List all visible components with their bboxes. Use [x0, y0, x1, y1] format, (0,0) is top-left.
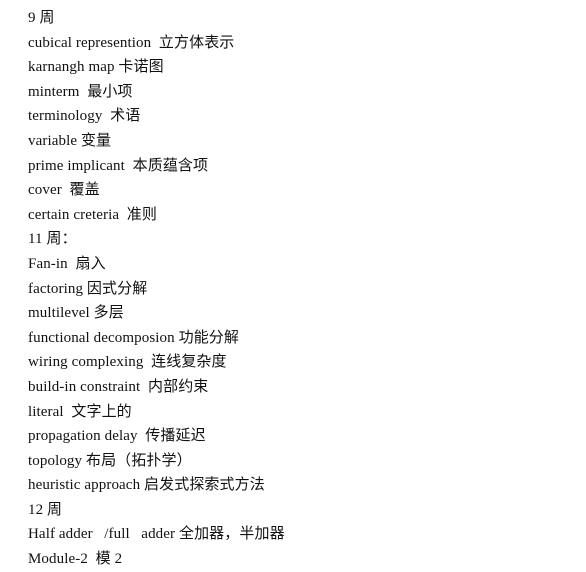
glossary-entry: cover 覆盖 — [28, 182, 100, 199]
glossary-entry: propagation delay 传播延迟 — [28, 428, 206, 445]
glossary-entry: multilevel 多层 — [28, 305, 124, 322]
glossary-entry: variable 变量 — [28, 132, 112, 149]
glossary-entry: minterm 最小项 — [28, 83, 133, 100]
glossary-entry: Fan-in 扇入 — [28, 255, 106, 272]
glossary-entry: build-in constraint 内部约束 — [28, 378, 209, 395]
glossary-entry: factoring 因式分解 — [28, 280, 148, 297]
glossary-entry: topology 布局（拓扑学） — [28, 452, 192, 469]
section-heading: 11 周： — [28, 231, 77, 248]
section-heading: 12 周 — [28, 501, 63, 518]
glossary-entry: literal 文字上的 — [28, 403, 132, 420]
glossary-entry: terminology 术语 — [28, 108, 141, 125]
glossary-entry: wiring complexing 连线复杂度 — [28, 354, 227, 371]
glossary-entry: cubical represention 立方体表示 — [28, 34, 235, 51]
glossary-entry: prime implicant 本质蕴含项 — [28, 157, 209, 174]
glossary-entry: functional decomposion 功能分解 — [28, 329, 240, 346]
glossary-entry: heuristic approach 启发式探索式方法 — [28, 477, 265, 494]
glossary-entry: Half adder /full adder 全加器，半加器 — [28, 526, 285, 543]
glossary-entry: certain creteria 准则 — [28, 206, 158, 223]
document-body: 9 周 cubical represention 立方体表示 karnangh ma… — [0, 0, 586, 572]
glossary-entry: Module-2 模 2 — [28, 551, 123, 568]
section-heading: 9 周 — [28, 10, 55, 26]
glossary-entry: karnangh map 卡诺图 — [28, 59, 164, 76]
